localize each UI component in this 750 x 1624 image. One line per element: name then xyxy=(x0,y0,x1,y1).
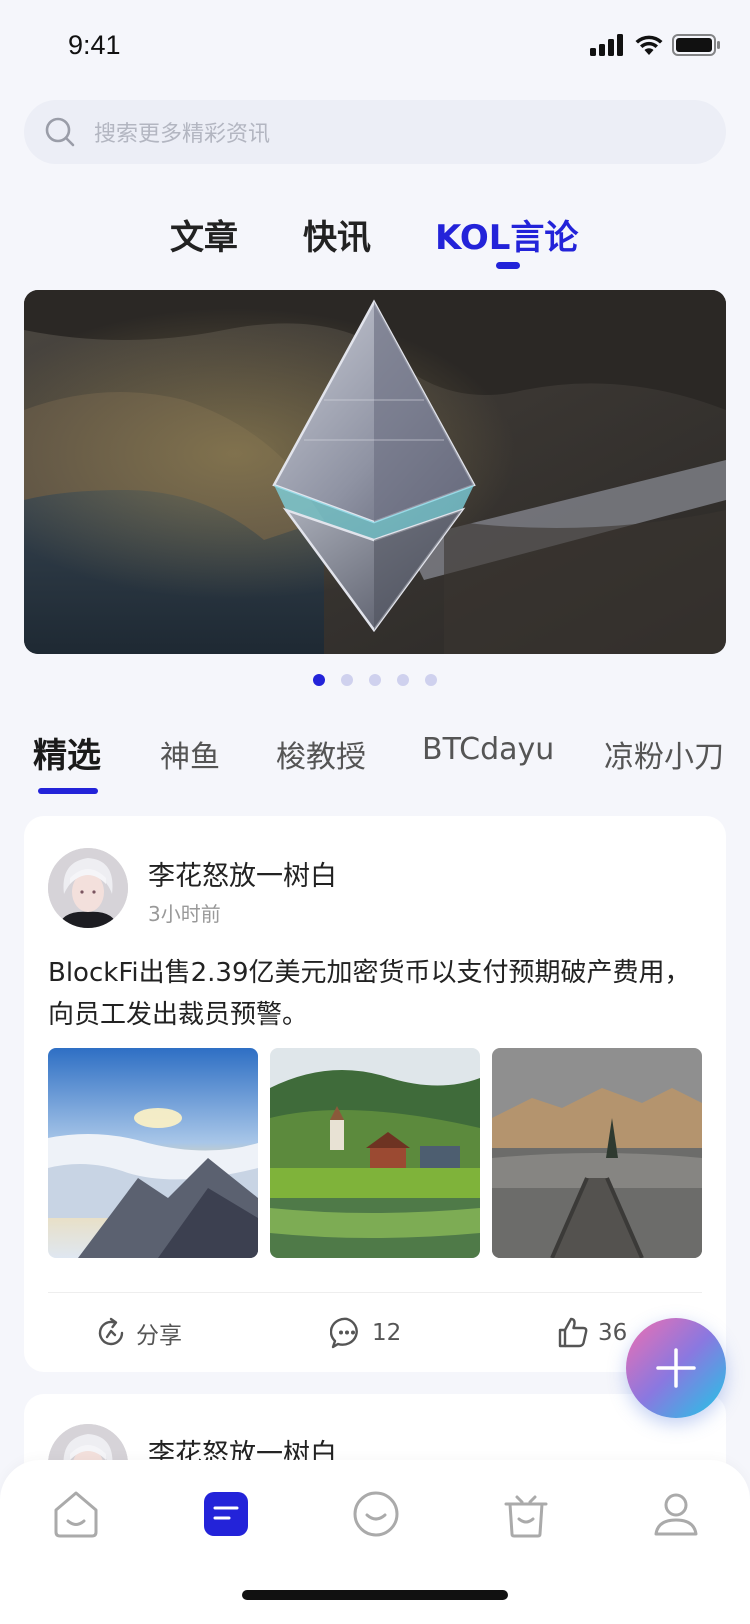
search-input[interactable]: 搜索更多精彩资讯 xyxy=(24,100,726,164)
share-icon xyxy=(98,1317,124,1346)
home-icon xyxy=(54,1491,98,1538)
subtab-professor[interactable]: 梭教授 xyxy=(276,732,366,776)
nav-home[interactable] xyxy=(46,1484,106,1544)
carousel-dot[interactable] xyxy=(425,674,437,686)
comment-button[interactable]: 12 xyxy=(330,1316,401,1350)
smile-icon xyxy=(353,1491,399,1537)
articles-icon xyxy=(204,1492,248,1536)
like-button[interactable]: 36 xyxy=(556,1316,627,1350)
carousel-dot[interactable] xyxy=(313,674,325,686)
comment-icon xyxy=(330,1317,358,1349)
post-card[interactable]: 李花怒放一树白 3小时前 BlockFi出售2.39亿美元加密货币以支付预期破产… xyxy=(24,816,726,1372)
carousel-dots xyxy=(0,674,750,686)
subtab-shenyu[interactable]: 神鱼 xyxy=(160,732,220,776)
subtab-liangfen[interactable]: 凉粉小刀 xyxy=(604,732,724,776)
home-indicator xyxy=(242,1590,508,1600)
nav-discover[interactable] xyxy=(346,1484,406,1544)
tab-kol[interactable]: KOL言论 xyxy=(435,210,578,259)
tab-articles[interactable]: 文章 xyxy=(170,210,238,259)
status-bar: 9:41 xyxy=(0,0,750,92)
like-count: 36 xyxy=(598,1320,628,1346)
nav-articles[interactable] xyxy=(196,1484,256,1544)
post-photo[interactable] xyxy=(270,1048,480,1258)
tab-flash-news[interactable]: 快讯 xyxy=(303,210,371,259)
post-photo[interactable] xyxy=(48,1048,258,1258)
carousel-dot[interactable] xyxy=(369,674,381,686)
wifi-icon xyxy=(635,35,663,55)
search-icon xyxy=(45,117,75,147)
post-text[interactable]: BlockFi出售2.39亿美元加密货币以支付预期破产费用，向员工发出裁员预警。 xyxy=(48,952,708,1036)
search-placeholder: 搜索更多精彩资讯 xyxy=(94,122,271,147)
plus-icon xyxy=(656,1348,696,1388)
signal-icon xyxy=(590,34,623,56)
shop-icon xyxy=(504,1495,548,1538)
status-time: 9:41 xyxy=(68,30,121,60)
thumbs-up-icon xyxy=(558,1317,588,1348)
main-tabs: 文章 快讯 KOL言论 xyxy=(0,210,750,270)
photo-grid xyxy=(48,1048,702,1258)
author-name[interactable]: 李花怒放一树白 xyxy=(148,854,337,893)
banner-carousel[interactable] xyxy=(24,290,726,654)
nav-shop[interactable] xyxy=(496,1484,556,1544)
post-actions: 分享 12 36 xyxy=(24,1306,726,1362)
main-tab-indicator xyxy=(496,262,520,269)
battery-icon xyxy=(672,34,720,56)
carousel-dot[interactable] xyxy=(341,674,353,686)
subtab-indicator xyxy=(38,788,98,794)
status-icons xyxy=(590,34,720,56)
profile-icon xyxy=(654,1493,698,1536)
subtab-btcdayu[interactable]: BTCdayu xyxy=(422,732,554,767)
comment-count: 12 xyxy=(372,1320,402,1346)
share-label: 分享 xyxy=(136,1323,182,1349)
divider xyxy=(48,1292,702,1293)
carousel-dot[interactable] xyxy=(397,674,409,686)
banner-image xyxy=(24,290,726,654)
nav-profile[interactable] xyxy=(646,1484,706,1544)
post-time: 3小时前 xyxy=(148,902,221,926)
avatar[interactable] xyxy=(48,848,128,928)
subtab-featured[interactable]: 精选 xyxy=(33,728,101,777)
sub-tabs: 精选 神鱼 梭教授 BTCdayu 凉粉小刀 xyxy=(0,728,750,798)
share-button[interactable]: 分享 xyxy=(94,1316,182,1350)
post-photo[interactable] xyxy=(492,1048,702,1258)
add-post-button[interactable] xyxy=(626,1318,726,1418)
